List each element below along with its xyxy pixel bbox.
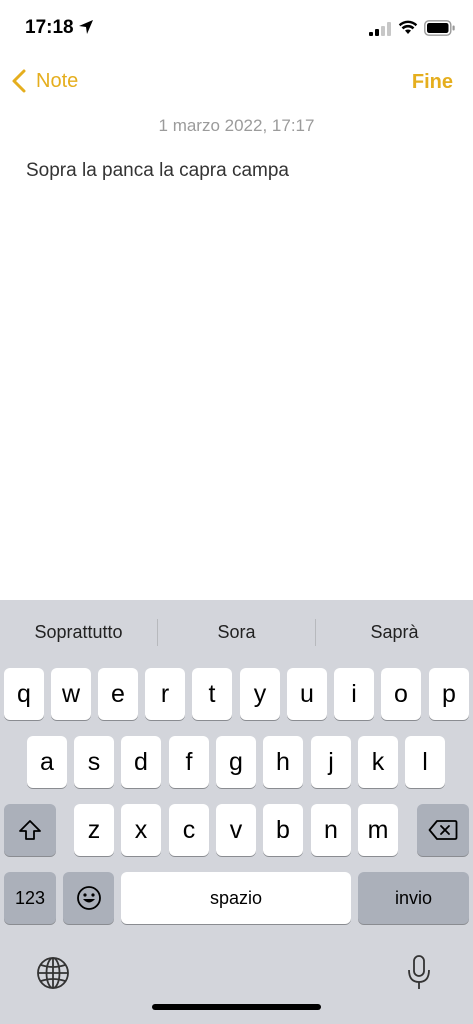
key-a[interactable]: a [27, 736, 67, 788]
keyboard: Soprattutto Sora Saprà q w e r t y u i o… [0, 600, 473, 1024]
key-i[interactable]: i [334, 668, 374, 720]
key-d[interactable]: d [121, 736, 161, 788]
key-r[interactable]: r [145, 668, 185, 720]
key-s[interactable]: s [74, 736, 114, 788]
status-time: 17:18 [25, 17, 74, 38]
key-h[interactable]: h [263, 736, 303, 788]
backspace-icon [428, 820, 458, 840]
battery-icon [424, 20, 455, 36]
key-v[interactable]: v [216, 804, 256, 856]
shift-icon [19, 820, 41, 840]
key-x[interactable]: x [121, 804, 161, 856]
key-m[interactable]: m [358, 804, 398, 856]
key-j[interactable]: j [311, 736, 351, 788]
suggestion-2[interactable]: Sora [158, 622, 315, 643]
back-label: Note [36, 69, 79, 92]
suggestion-3[interactable]: Saprà [316, 622, 473, 643]
wifi-icon [398, 20, 418, 34]
key-t[interactable]: t [192, 668, 232, 720]
key-q[interactable]: q [4, 668, 44, 720]
home-indicator[interactable] [152, 1004, 321, 1010]
key-l[interactable]: l [405, 736, 445, 788]
note-text-area[interactable]: Sopra la panca la capra campa [26, 160, 289, 182]
chevron-left-icon [12, 69, 26, 93]
key-u[interactable]: u [287, 668, 327, 720]
key-n[interactable]: n [311, 804, 351, 856]
key-k[interactable]: k [358, 736, 398, 788]
key-b[interactable]: b [263, 804, 303, 856]
key-o[interactable]: o [381, 668, 421, 720]
key-e[interactable]: e [98, 668, 138, 720]
space-key[interactable]: spazio [121, 872, 351, 924]
back-button[interactable]: Note [10, 68, 78, 94]
delete-key[interactable] [417, 804, 469, 856]
navigation-bar: Note Fine [0, 60, 473, 106]
done-button[interactable]: Fine [412, 71, 453, 94]
microphone-icon[interactable] [406, 954, 432, 992]
globe-icon[interactable] [36, 956, 70, 990]
key-p[interactable]: p [429, 668, 469, 720]
cellular-signal-icon [369, 22, 391, 36]
key-c[interactable]: c [169, 804, 209, 856]
location-arrow-icon [79, 20, 93, 34]
suggestion-1[interactable]: Soprattutto [0, 622, 157, 643]
suggestion-bar: Soprattutto Sora Saprà [0, 600, 473, 662]
key-w[interactable]: w [51, 668, 91, 720]
note-date: 1 marzo 2022, 17:17 [158, 116, 315, 135]
key-y[interactable]: y [240, 668, 280, 720]
numbers-key[interactable]: 123 [4, 872, 56, 924]
status-bar: 17:18 [0, 0, 473, 60]
return-key[interactable]: invio [358, 872, 469, 924]
shift-key[interactable] [4, 804, 56, 856]
key-g[interactable]: g [216, 736, 256, 788]
emoji-icon [76, 886, 101, 910]
emoji-key[interactable] [63, 872, 114, 924]
key-f[interactable]: f [169, 736, 209, 788]
key-z[interactable]: z [74, 804, 114, 856]
